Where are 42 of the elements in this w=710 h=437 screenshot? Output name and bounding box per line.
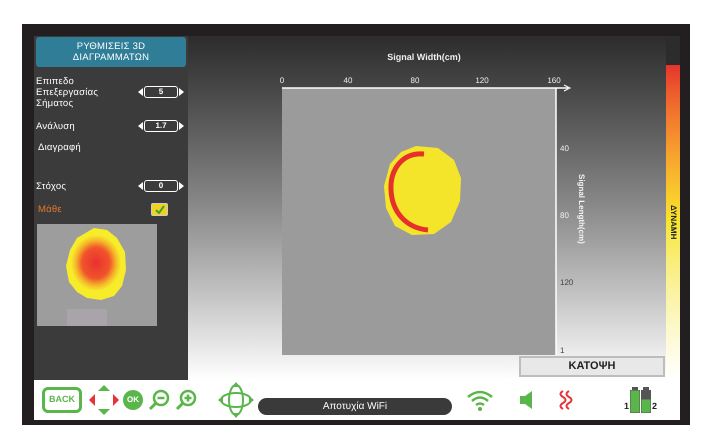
axis-tick-label: 120	[475, 76, 489, 85]
battery-icon	[630, 387, 640, 413]
view-button[interactable]: ΚΑΤΟΨΗ	[519, 356, 665, 377]
zoom-out-icon[interactable]	[148, 389, 170, 411]
axis-tick-label: 40	[344, 76, 352, 85]
speaker-icon[interactable]	[520, 391, 532, 409]
axis-tick-label: 1	[560, 346, 564, 355]
rotate-view-icon[interactable]	[218, 382, 254, 418]
right-arrow-icon[interactable]	[179, 88, 184, 96]
right-arrow-icon[interactable]	[179, 182, 184, 190]
checkbox[interactable]	[151, 202, 168, 216]
value-field[interactable]: 5	[144, 86, 178, 98]
setting-label: Στόχος	[36, 180, 68, 192]
battery-label: 1	[624, 402, 630, 411]
setting-label: Επιπεδο Επεξεργασίας Σήματος	[36, 76, 100, 108]
plot-title: Signal Width(cm)	[387, 52, 461, 62]
left-arrow-icon[interactable]	[138, 88, 143, 96]
power-scale-label: ΔΥΝΑΜΗ	[669, 205, 677, 240]
settings-header-button[interactable]: ΡΥΘΜΙΣΕΙΣ 3D ΔΙΑΓΡΑΜΜΑΤΩΝ	[36, 37, 186, 67]
dpad-icon[interactable]	[88, 384, 120, 416]
setting-label[interactable]: Διαγραφή	[36, 138, 131, 153]
axis-tick-label: 160	[547, 76, 561, 85]
axis-tick-label: 80	[560, 211, 569, 220]
battery-label: 2	[652, 402, 658, 411]
axis-tick-label: 40	[560, 144, 569, 153]
check-icon[interactable]	[154, 204, 164, 214]
status-message: Αποτυχία WiFi	[258, 398, 452, 414]
axis-tick-label: 0	[280, 76, 284, 85]
setting-label: Μάθε	[37, 204, 63, 214]
battery-icon	[641, 387, 652, 413]
axis-tick-label: 120	[560, 278, 574, 287]
axis-tick-label: 80	[410, 76, 420, 85]
left-arrow-icon[interactable]	[138, 182, 143, 190]
right-arrow-icon[interactable]	[179, 122, 184, 130]
axis-title: Signal Length(cm)	[577, 174, 586, 244]
value-field[interactable]: 0	[144, 180, 178, 192]
vibration-icon[interactable]	[557, 390, 575, 410]
wifi-icon[interactable]	[466, 389, 494, 411]
zoom-in-icon[interactable]	[175, 389, 197, 411]
setting-label: Ανάλυση	[36, 120, 76, 132]
value-field[interactable]: 1.7	[144, 120, 178, 132]
left-arrow-icon[interactable]	[138, 122, 143, 130]
